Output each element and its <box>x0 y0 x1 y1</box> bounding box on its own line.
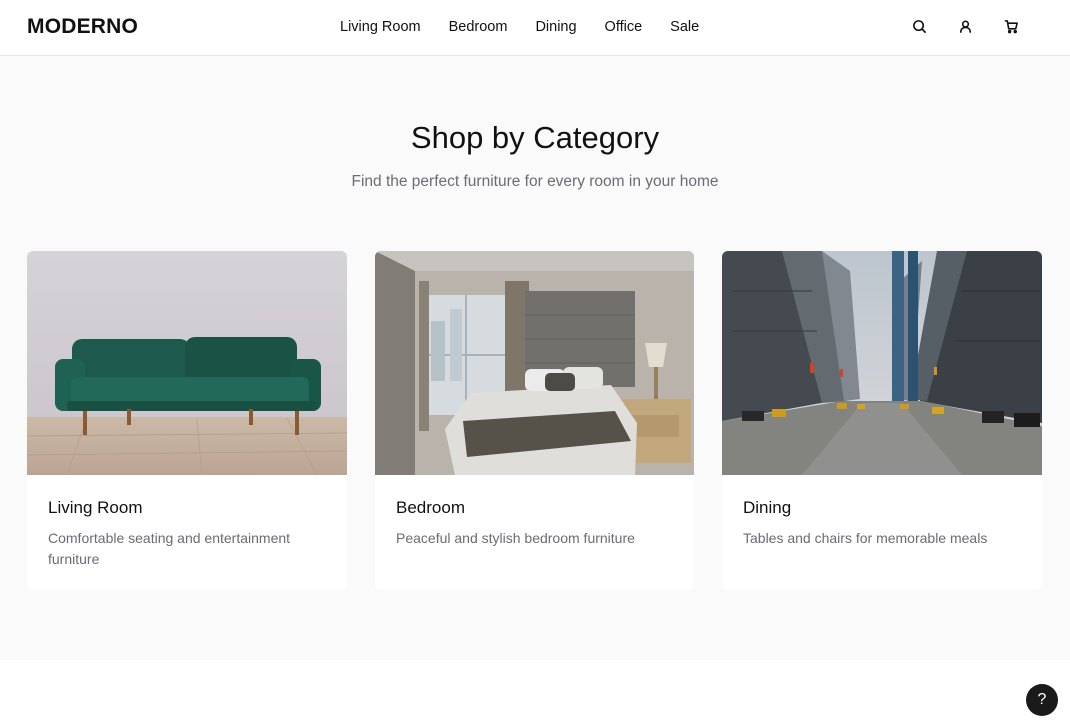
category-card-dining[interactable]: Dining Tables and chairs for memorable m… <box>722 251 1042 590</box>
dining-image[interactable] <box>722 251 1042 475</box>
living-room-image[interactable] <box>27 251 347 475</box>
category-card-bedroom[interactable]: Bedroom Peaceful and stylish bedroom fur… <box>375 251 694 590</box>
nav-item-sale[interactable]: Sale <box>670 19 699 35</box>
card-description: Tables and chairs for memorable meals <box>743 530 988 546</box>
section-subtitle: Find the perfect furniture for every roo… <box>351 173 719 190</box>
bedroom-image[interactable] <box>375 251 694 475</box>
section-title: Shop by Category <box>410 120 660 155</box>
logo[interactable]: MODERNO <box>27 15 138 39</box>
user-icon[interactable] <box>956 17 974 35</box>
nav-item-dining[interactable]: Dining <box>535 19 576 35</box>
card-title: Bedroom <box>396 498 465 517</box>
help-button[interactable]: ? <box>1026 684 1058 716</box>
site-header: MODERNO Living Room Bedroom Dining Offic… <box>0 0 1070 56</box>
search-icon[interactable] <box>910 17 928 35</box>
main-nav: Living Room Bedroom Dining Office Sale <box>340 19 699 35</box>
card-description: Peaceful and stylish bedroom furniture <box>396 530 635 546</box>
header-actions <box>910 17 1020 35</box>
card-title: Dining <box>743 498 792 517</box>
nav-item-living-room[interactable]: Living Room <box>340 19 421 35</box>
card-description: Comfortable seating and entertainment fu… <box>48 530 291 567</box>
shop-by-category-section: Shop by Category Find the perfect furnit… <box>0 56 1070 660</box>
card-title: Living Room <box>48 498 143 517</box>
cart-icon[interactable] <box>1002 17 1020 35</box>
nav-item-bedroom[interactable]: Bedroom <box>449 19 508 35</box>
category-card-living-room[interactable]: Living Room Comfortable seating and ente… <box>27 251 347 590</box>
nav-item-office[interactable]: Office <box>605 19 643 35</box>
